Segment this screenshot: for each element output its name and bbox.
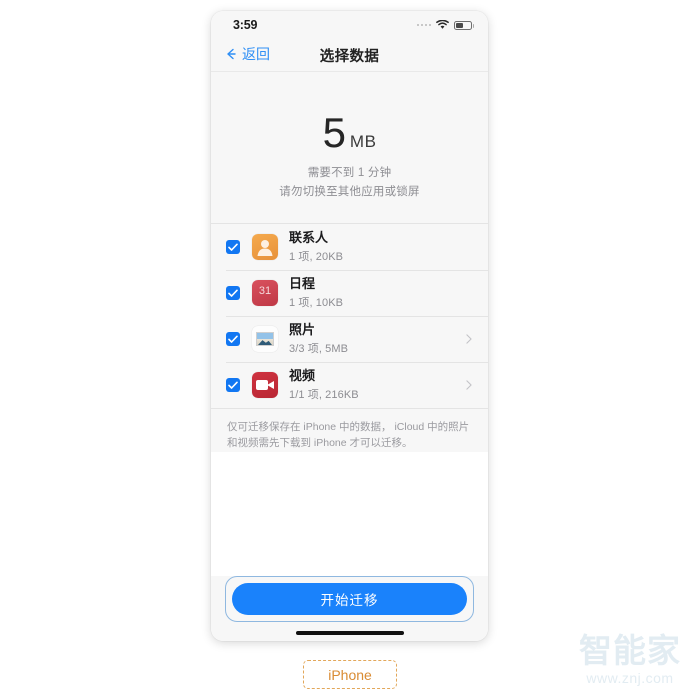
phone-frame: 3:59 返回 选择数据 5 MB 需要不到 1 分钟 请勿切换至其他应用或锁屏…	[211, 11, 488, 641]
total-size-value: 5	[322, 109, 346, 156]
transfer-summary: 5 MB 需要不到 1 分钟 请勿切换至其他应用或锁屏	[211, 72, 488, 223]
checkbox-photos[interactable]	[226, 332, 240, 346]
start-transfer-button[interactable]: 开始迁移	[232, 583, 467, 615]
list-item-text: 照片 3/3 项, 5MB	[289, 322, 464, 356]
total-size-unit: MB	[349, 132, 377, 151]
calendar-day-number: 31	[258, 285, 272, 297]
contacts-icon	[252, 234, 278, 260]
check-icon	[228, 243, 238, 251]
watermark-url: www.znj.com	[586, 670, 674, 686]
signal-dots-icon	[416, 23, 431, 27]
eta-text: 需要不到 1 分钟	[307, 167, 392, 179]
page-title: 选择数据	[319, 49, 380, 65]
list-item-title: 视频	[289, 367, 316, 383]
list-item-text: 视频 1/1 项, 216KB	[289, 368, 464, 402]
data-category-list: 联系人 1 项, 20KB 31 日程 1 项, 10KB 照片 3/3 项, …	[211, 223, 488, 408]
check-icon	[228, 381, 238, 389]
calendar-icon: 31	[252, 280, 278, 306]
list-item-video[interactable]: 视频 1/1 项, 216KB	[211, 362, 488, 408]
list-item-title: 联系人	[289, 229, 329, 245]
checkbox-calendar[interactable]	[226, 286, 240, 300]
video-icon	[252, 372, 278, 398]
action-area: 开始迁移	[211, 576, 488, 641]
navigation-bar: 返回 选择数据	[211, 41, 488, 72]
warning-text: 请勿切换至其他应用或锁屏	[279, 186, 420, 198]
check-icon	[228, 289, 238, 297]
status-indicators	[416, 20, 474, 30]
list-item-subtitle: 3/3 项, 5MB	[289, 343, 349, 356]
watermark: 智能家 www.znj.com	[566, 634, 694, 686]
chevron-right-icon[interactable]	[464, 334, 474, 344]
wifi-icon	[436, 20, 449, 29]
battery-icon	[454, 20, 474, 30]
list-item-text: 联系人 1 项, 20KB	[289, 230, 474, 264]
list-item-calendar[interactable]: 31 日程 1 项, 10KB	[211, 270, 488, 316]
list-item-text: 日程 1 项, 10KB	[289, 276, 474, 310]
photo-thumbnail-glyph	[256, 332, 274, 346]
footnote-text: 仅可迁移保存在 iPhone 中的数据， iCloud 中的照片和视频需先下载到…	[211, 408, 488, 452]
photos-icon	[252, 326, 278, 352]
person-glyph-icon	[257, 240, 273, 256]
list-item-photos[interactable]: 照片 3/3 项, 5MB	[211, 316, 488, 362]
battery-fill	[456, 22, 464, 28]
list-item-subtitle: 1 项, 10KB	[289, 297, 344, 310]
list-item-subtitle: 1/1 项, 216KB	[289, 389, 359, 402]
start-button-focus-ring: 开始迁移	[225, 576, 474, 622]
list-item-contacts[interactable]: 联系人 1 项, 20KB	[211, 224, 488, 270]
status-time: 3:59	[233, 18, 258, 32]
device-caption: iPhone	[303, 660, 397, 689]
list-item-title: 照片	[289, 321, 316, 337]
chevron-right-icon[interactable]	[464, 380, 474, 390]
camcorder-lens-glyph	[267, 381, 274, 389]
watermark-logo: 智能家	[579, 632, 681, 669]
checkbox-contacts[interactable]	[226, 240, 240, 254]
list-item-subtitle: 1 项, 20KB	[289, 251, 344, 264]
list-item-title: 日程	[289, 275, 316, 291]
status-bar: 3:59	[211, 11, 488, 41]
checkbox-video[interactable]	[226, 378, 240, 392]
home-indicator[interactable]	[295, 631, 404, 635]
total-size: 5 MB	[211, 112, 488, 154]
check-icon	[228, 335, 238, 343]
